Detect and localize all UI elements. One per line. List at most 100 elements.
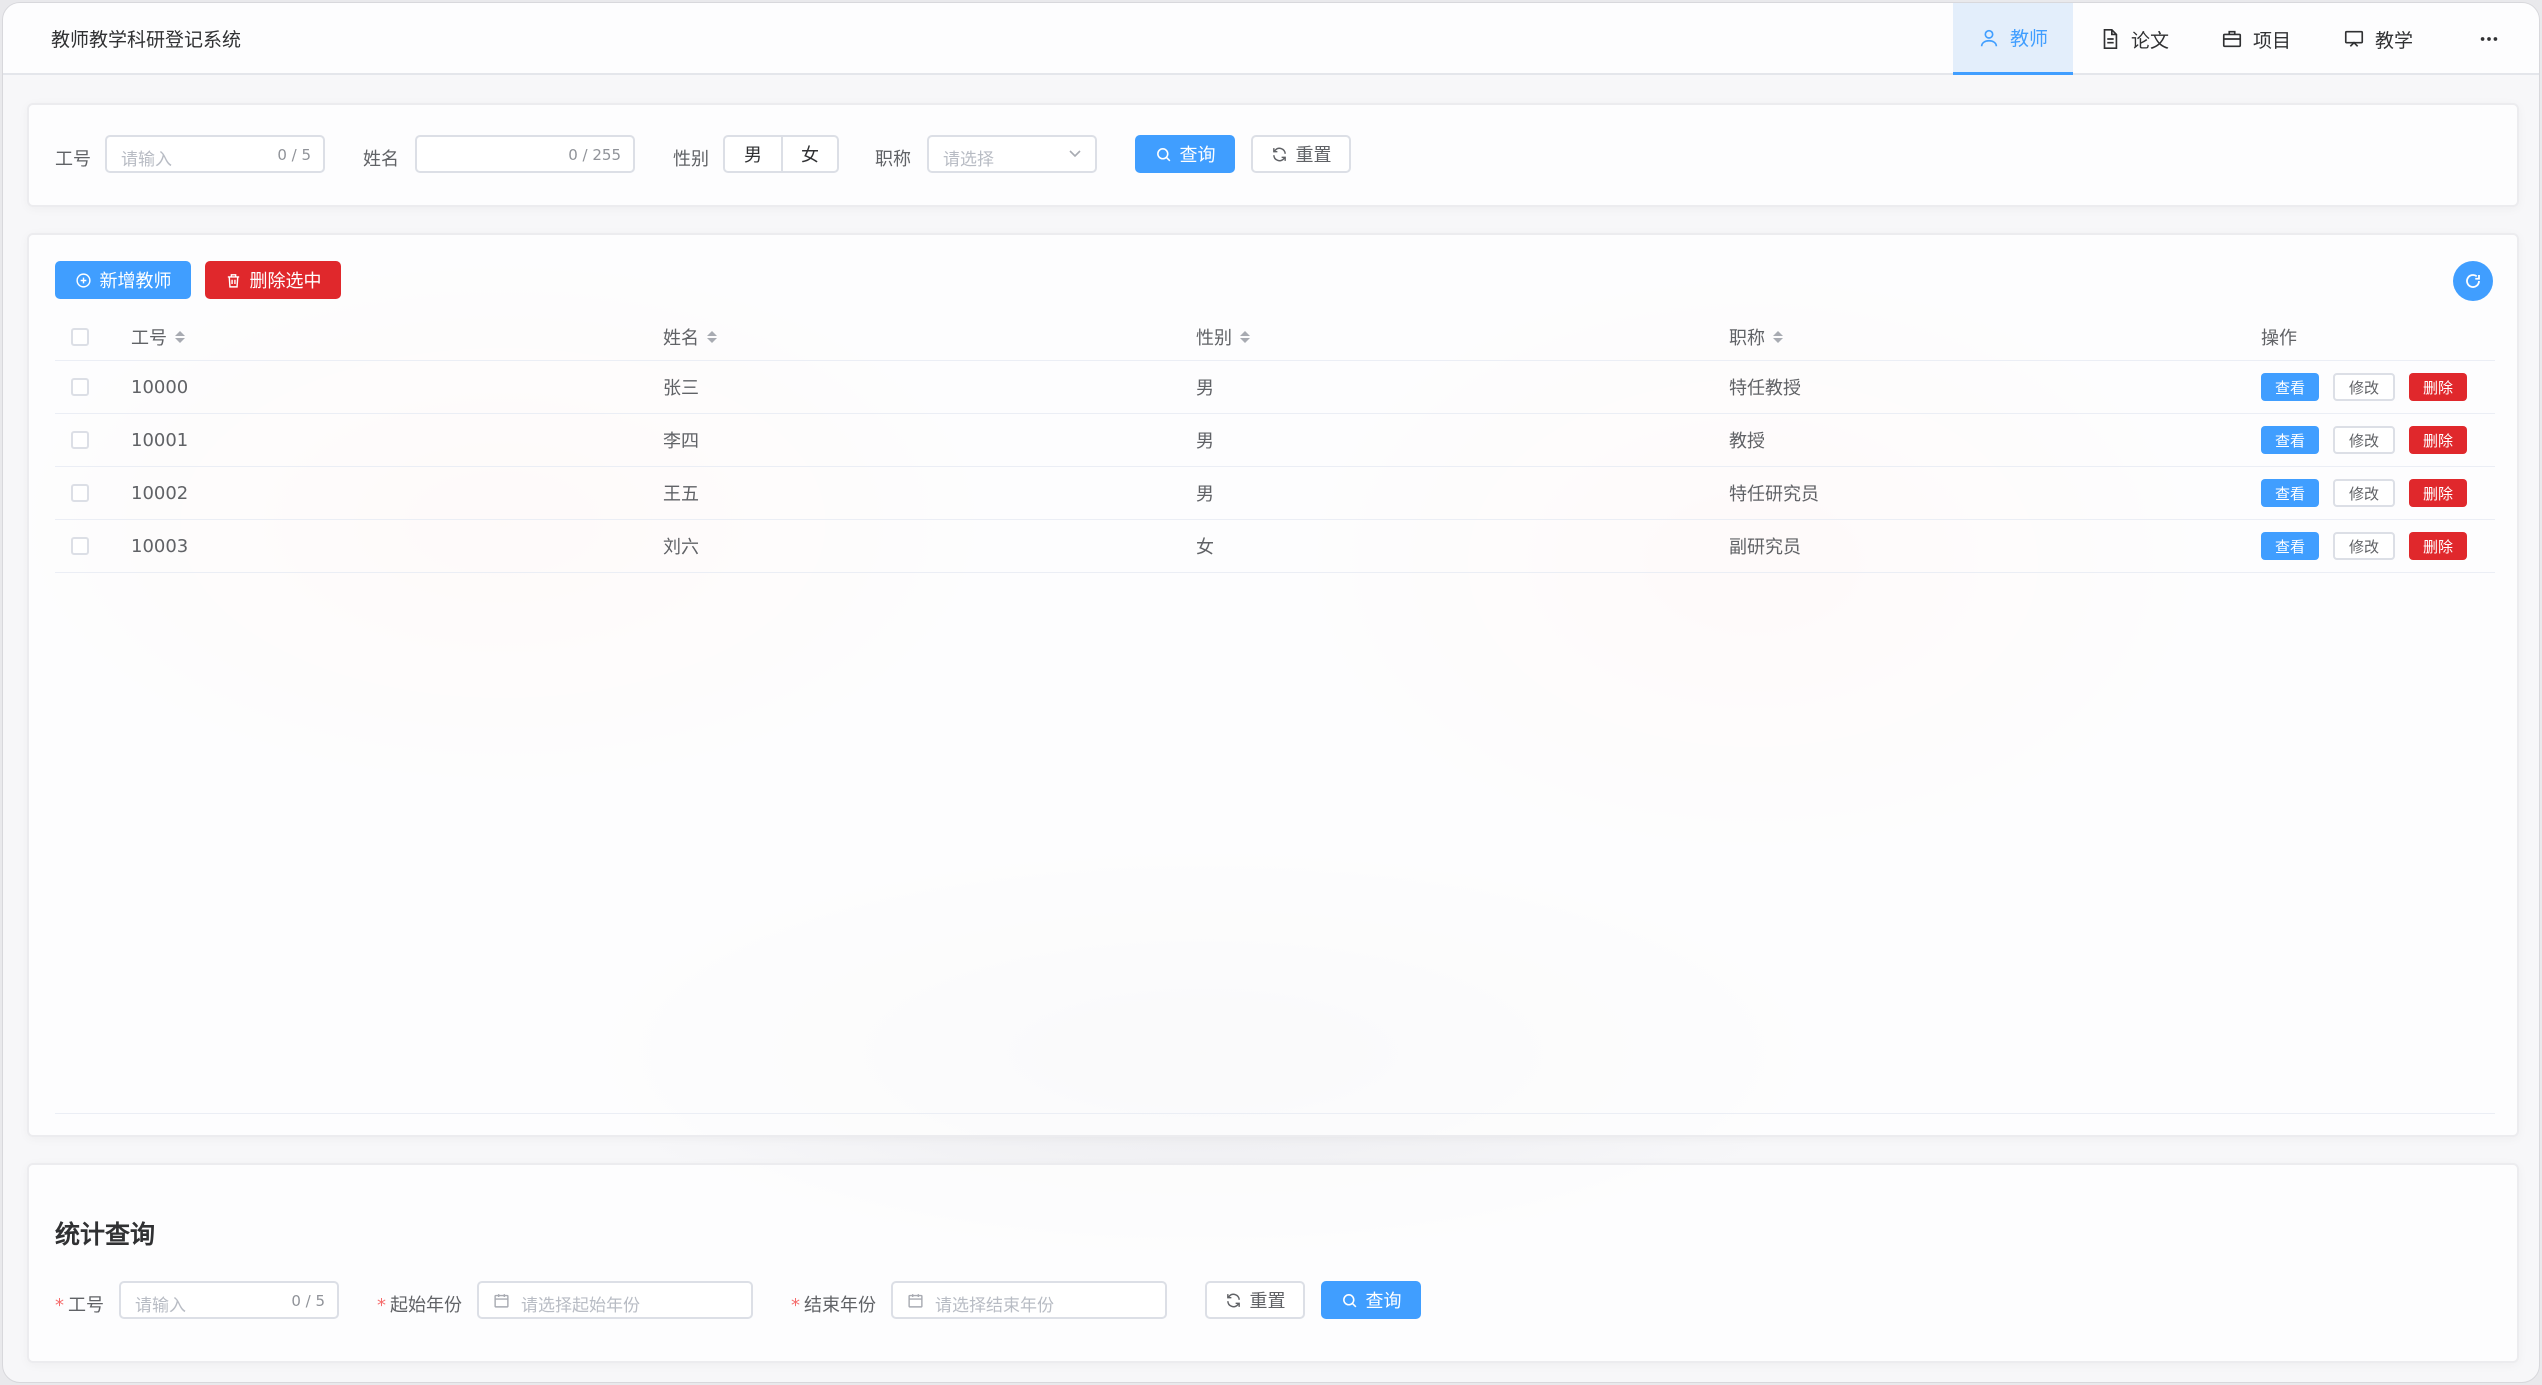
select-placeholder: 请选择 bbox=[943, 150, 994, 170]
cell-title: 副研究员 bbox=[1729, 537, 1801, 558]
cell-title: 特任研究员 bbox=[1729, 484, 1819, 505]
cell-id: 10002 bbox=[131, 482, 189, 504]
stats-end-label: * 结束年份 bbox=[791, 1295, 876, 1316]
nav-tab-project[interactable]: 项目 bbox=[2195, 3, 2317, 75]
column-title: 操作 bbox=[2261, 327, 2297, 349]
delete-button[interactable]: 删除 bbox=[2409, 373, 2468, 401]
sort-icon[interactable] bbox=[175, 330, 185, 343]
cell-name: 李四 bbox=[663, 431, 699, 452]
cell-name: 刘六 bbox=[663, 537, 699, 558]
view-button[interactable]: 查看 bbox=[2261, 532, 2320, 560]
gender-option-female[interactable]: 女 bbox=[781, 137, 837, 171]
delete-button[interactable]: 删除 bbox=[2409, 532, 2468, 560]
top-nav: 教师 论文 项目 教学 bbox=[1953, 3, 2539, 75]
cell-gender: 女 bbox=[1196, 537, 1214, 558]
column-title: 性别 bbox=[1196, 327, 1232, 349]
nav-tab-teacher[interactable]: 教师 bbox=[1953, 3, 2073, 75]
stats-reset-button[interactable]: 重置 bbox=[1205, 1281, 1305, 1319]
nav-tab-label: 教学 bbox=[2374, 29, 2413, 52]
search-name-label: 姓名 bbox=[363, 149, 399, 170]
select-all-cell bbox=[71, 313, 89, 360]
header-name[interactable]: 姓名 bbox=[663, 313, 717, 360]
search-query-button[interactable]: 查询 bbox=[1135, 135, 1235, 173]
teacher-table-card: 新增教师 删除选中 工号 姓名 性别 职称 操作 10000 张三 男 特任教授… bbox=[27, 233, 2519, 1137]
column-title: 姓名 bbox=[663, 327, 699, 349]
required-mark: * bbox=[377, 1295, 386, 1316]
view-button[interactable]: 查看 bbox=[2261, 373, 2320, 401]
chevron-down-icon bbox=[1069, 150, 1081, 158]
cell-gender: 男 bbox=[1196, 431, 1214, 452]
add-teacher-button[interactable]: 新增教师 bbox=[55, 261, 191, 299]
nav-tab-label: 项目 bbox=[2252, 29, 2291, 52]
cell-title: 教授 bbox=[1729, 431, 1765, 452]
input-char-count: 0 / 255 bbox=[568, 146, 621, 164]
stats-query-button[interactable]: 查询 bbox=[1321, 1281, 1421, 1319]
top-header: 教师教学科研登记系统 教师 论文 项目 教学 bbox=[3, 3, 2539, 75]
select-all-checkbox[interactable] bbox=[71, 327, 89, 346]
row-checkbox[interactable] bbox=[71, 431, 89, 449]
button-label: 查询 bbox=[1179, 145, 1216, 166]
row-checkbox[interactable] bbox=[71, 537, 89, 555]
sort-icon[interactable] bbox=[707, 330, 717, 343]
button-label: 删除选中 bbox=[249, 271, 322, 292]
delete-button[interactable]: 删除 bbox=[2409, 426, 2468, 454]
table-row: 10001 李四 男 教授 查看 修改 删除 bbox=[55, 414, 2495, 467]
document-icon bbox=[2103, 29, 2118, 49]
gender-radio-group: 男 女 bbox=[723, 135, 839, 173]
input-char-count: 0 / 5 bbox=[291, 1292, 325, 1310]
start-year-picker[interactable]: 请选择起始年份 bbox=[477, 1281, 753, 1319]
header-title[interactable]: 职称 bbox=[1729, 313, 1783, 360]
presentation-icon bbox=[2344, 30, 2364, 47]
search-icon bbox=[1342, 1293, 1356, 1307]
button-label: 重置 bbox=[1249, 1291, 1286, 1312]
edit-button[interactable]: 修改 bbox=[2333, 532, 2396, 560]
table-row: 10003 刘六 女 副研究员 查看 修改 删除 bbox=[55, 520, 2495, 573]
sort-icon[interactable] bbox=[1240, 330, 1250, 343]
end-year-picker[interactable]: 请选择结束年份 bbox=[891, 1281, 1167, 1319]
header-gender[interactable]: 性别 bbox=[1196, 313, 1250, 360]
table-refresh-button[interactable] bbox=[2453, 261, 2493, 301]
edit-button[interactable]: 修改 bbox=[2333, 426, 2396, 454]
row-checkbox[interactable] bbox=[71, 484, 89, 502]
input-placeholder: 请输入 bbox=[121, 150, 172, 170]
picker-placeholder: 请选择结束年份 bbox=[935, 1296, 1054, 1316]
row-actions: 查看 修改 删除 bbox=[2261, 361, 2481, 413]
nav-tab-label: 教师 bbox=[2009, 28, 2048, 50]
row-actions: 查看 修改 删除 bbox=[2261, 520, 2481, 572]
picker-placeholder: 请选择起始年份 bbox=[521, 1296, 640, 1316]
view-button[interactable]: 查看 bbox=[2261, 479, 2320, 507]
row-checkbox[interactable] bbox=[71, 378, 89, 396]
header-id[interactable]: 工号 bbox=[131, 313, 185, 360]
column-title: 职称 bbox=[1729, 327, 1765, 349]
refresh-icon bbox=[2466, 274, 2480, 288]
required-mark: * bbox=[55, 1295, 64, 1316]
nav-tab-paper[interactable]: 论文 bbox=[2073, 3, 2195, 75]
edit-button[interactable]: 修改 bbox=[2333, 479, 2396, 507]
row-actions: 查看 修改 删除 bbox=[2261, 414, 2481, 466]
delete-button[interactable]: 删除 bbox=[2409, 479, 2468, 507]
header-actions: 操作 bbox=[2261, 313, 2297, 360]
edit-button[interactable]: 修改 bbox=[2333, 373, 2396, 401]
sort-icon[interactable] bbox=[1773, 330, 1783, 343]
required-mark: * bbox=[791, 1295, 800, 1316]
title-select[interactable]: 请选择 bbox=[927, 135, 1097, 173]
nav-tab-teaching[interactable]: 教学 bbox=[2317, 3, 2439, 75]
stats-query-card: 统计查询 * 工号 请输入 0 / 5 * 起始年份 请选择起始年份 * 结束年份 请… bbox=[27, 1163, 2519, 1363]
trash-icon bbox=[227, 273, 239, 288]
search-id-input[interactable]: 请输入 0 / 5 bbox=[105, 135, 325, 173]
view-button[interactable]: 查看 bbox=[2261, 426, 2320, 454]
cell-id: 10003 bbox=[131, 535, 189, 557]
user-icon bbox=[1980, 29, 1998, 46]
search-form-card: 工号 请输入 0 / 5 姓名 0 / 255 性别 男 女 职称 请选择 查询… bbox=[27, 103, 2519, 207]
search-icon bbox=[1156, 147, 1170, 161]
plus-circle-icon bbox=[75, 272, 91, 288]
stats-id-input[interactable]: 请输入 0 / 5 bbox=[119, 1281, 339, 1319]
delete-selected-button[interactable]: 删除选中 bbox=[205, 261, 341, 299]
search-reset-button[interactable]: 重置 bbox=[1251, 135, 1351, 173]
search-name-input[interactable]: 0 / 255 bbox=[415, 135, 635, 173]
cell-name: 王五 bbox=[663, 484, 699, 505]
gender-option-male[interactable]: 男 bbox=[725, 137, 781, 171]
stats-title: 统计查询 bbox=[55, 1220, 156, 1249]
nav-more-button[interactable] bbox=[2439, 3, 2539, 75]
table-header-row: 工号 姓名 性别 职称 操作 bbox=[55, 313, 2495, 361]
